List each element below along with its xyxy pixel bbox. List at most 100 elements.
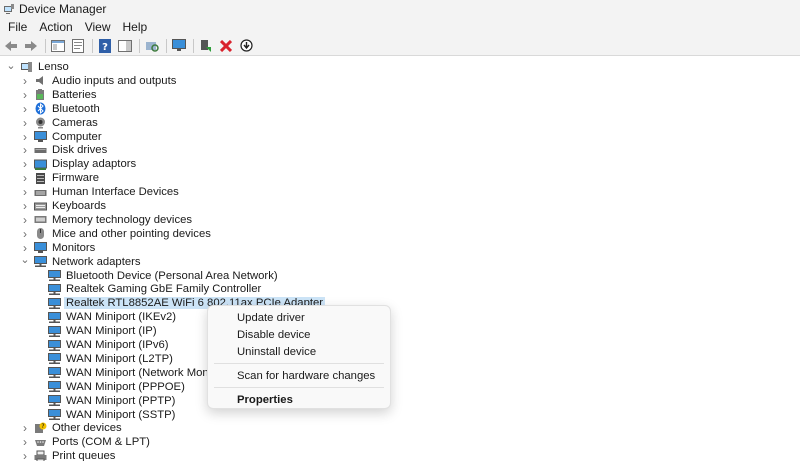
show-hide-console-tree-icon[interactable] <box>50 38 66 54</box>
tree-category-label: Firmware <box>52 172 100 185</box>
help-icon[interactable]: ? <box>97 38 113 54</box>
tree-device[interactable]: WAN Miniport (PPPOE) <box>48 380 187 394</box>
properties-menu-item[interactable]: Properties <box>208 391 390 408</box>
chevron-right-icon[interactable]: › <box>20 102 30 116</box>
tree-category-label: Cameras <box>52 116 98 129</box>
chevron-right-icon[interactable]: › <box>20 157 30 171</box>
tree-device-label: WAN Miniport (IKEv2) <box>66 311 177 324</box>
chevron-right-icon[interactable]: › <box>20 74 30 88</box>
tree-device[interactable]: Realtek Gaming GbE Family Controller <box>48 282 263 296</box>
menu-view[interactable]: View <box>79 20 117 34</box>
tree-category[interactable]: › Batteries <box>20 88 99 102</box>
menu-file[interactable]: File <box>2 20 33 34</box>
tree-device[interactable]: Bluetooth Device (Personal Area Network) <box>48 269 280 283</box>
tree-category-label: Print queues <box>52 450 116 461</box>
tree-category-label: Batteries <box>52 88 97 101</box>
back-icon[interactable] <box>3 38 19 54</box>
tree-device[interactable]: WAN Miniport (IPv6) <box>48 338 171 352</box>
menu-separator <box>214 363 384 364</box>
tree-device-label: WAN Miniport (L2TP) <box>66 352 173 365</box>
tree-device[interactable]: WAN Miniport (IP) <box>48 324 159 338</box>
scan-hardware-icon[interactable] <box>144 38 160 54</box>
tree-category[interactable]: › Mice and other pointing devices <box>20 227 213 241</box>
other-devices-icon: ? <box>34 422 47 435</box>
tree-device-label: Realtek Gaming GbE Family Controller <box>66 283 262 296</box>
menu-help[interactable]: Help <box>117 20 154 34</box>
toolbar-separator <box>166 38 167 53</box>
tree-category[interactable]: › Keyboards <box>20 199 108 213</box>
chevron-right-icon[interactable]: › <box>20 435 30 449</box>
network-icon <box>48 380 61 393</box>
toolbar-separator <box>45 38 46 53</box>
menu-separator <box>214 387 384 388</box>
network-icon <box>48 269 61 282</box>
tree-device[interactable]: WAN Miniport (SSTP) <box>48 408 177 422</box>
toolbar: ? <box>0 36 800 56</box>
tree-category[interactable]: › Human Interface Devices <box>20 185 181 199</box>
tree-category[interactable]: › Firmware <box>20 171 101 185</box>
tree-device-label: WAN Miniport (IPv6) <box>66 339 169 351</box>
disk-icon <box>34 144 47 157</box>
tree-category[interactable]: › Disk drives <box>20 143 109 157</box>
chevron-right-icon[interactable]: › <box>20 171 30 185</box>
tree-device-label: WAN Miniport (SSTP) <box>66 408 176 421</box>
camera-icon <box>34 116 47 129</box>
monitor-icon[interactable] <box>171 38 187 54</box>
tree-device[interactable]: WAN Miniport (L2TP) <box>48 352 175 366</box>
tree-category[interactable]: › Computer <box>20 130 104 144</box>
chevron-right-icon[interactable]: › <box>20 143 30 157</box>
tree-category[interactable]: › Ports (COM & LPT) <box>20 435 152 449</box>
chevron-right-icon[interactable]: › <box>20 449 30 461</box>
tree-category-label: Disk drives <box>52 144 108 157</box>
update-driver-menu-item[interactable]: Update driver <box>208 309 390 326</box>
window-title: Device Manager <box>19 2 107 16</box>
update-driver-icon[interactable] <box>198 38 214 54</box>
tree-category[interactable]: › Display adaptors <box>20 157 138 171</box>
display-adapter-icon <box>34 158 47 171</box>
chevron-right-icon[interactable]: › <box>20 116 30 130</box>
tree-category[interactable]: ›? Other devices <box>20 421 124 435</box>
tree-category[interactable]: › Print queues <box>20 449 117 461</box>
tree-device[interactable]: WAN Miniport (PPTP) <box>48 394 177 408</box>
tree-device-label: Bluetooth Device (Personal Area Network) <box>66 269 278 282</box>
tree-device[interactable]: WAN Miniport (Network Monitor) <box>48 366 230 380</box>
menu-bar: File Action View Help <box>0 18 800 36</box>
svg-text:?: ? <box>41 423 44 430</box>
tree-device[interactable]: WAN Miniport (IKEv2) <box>48 310 178 324</box>
tree-category[interactable]: › Monitors <box>20 241 97 255</box>
tree-category-label: Keyboards <box>52 200 107 212</box>
chevron-down-icon[interactable]: ⌄ <box>20 253 30 267</box>
forward-icon[interactable] <box>23 38 39 54</box>
chevron-right-icon[interactable]: › <box>20 199 30 213</box>
disable-device-menu-item[interactable]: Disable device <box>208 326 390 343</box>
tree-category[interactable]: ⌄ Network adapters <box>20 253 143 269</box>
chevron-right-icon[interactable]: › <box>20 227 30 241</box>
tree-category[interactable]: › Memory technology devices <box>20 213 194 227</box>
properties-icon[interactable] <box>70 38 86 54</box>
network-icon <box>48 352 61 365</box>
tree-category[interactable]: › Bluetooth <box>20 102 102 116</box>
chevron-right-icon[interactable]: › <box>20 130 30 144</box>
tree-category-label: Memory technology devices <box>52 213 193 226</box>
network-icon <box>34 255 47 268</box>
chevron-right-icon[interactable]: › <box>20 421 30 435</box>
tree-device-label: WAN Miniport (IP) <box>66 325 157 338</box>
tree-root-computer[interactable]: ⌄ Lenso <box>6 60 71 74</box>
uninstall-device-menu-item[interactable]: Uninstall device <box>208 343 390 360</box>
network-icon <box>48 366 61 379</box>
disable-icon[interactable] <box>238 38 254 54</box>
hid-icon <box>34 186 47 199</box>
scan-hardware-menu-item[interactable]: Scan for hardware changes <box>208 367 390 384</box>
menu-action[interactable]: Action <box>33 20 78 34</box>
uninstall-icon[interactable] <box>218 38 234 54</box>
tree-category-label: Audio inputs and outputs <box>52 74 177 87</box>
tree-device-label: WAN Miniport (Network Monitor) <box>66 366 229 379</box>
chevron-right-icon[interactable]: › <box>20 88 30 102</box>
action-pane-icon[interactable] <box>117 38 133 54</box>
chevron-down-icon[interactable]: ⌄ <box>6 58 16 72</box>
chevron-right-icon[interactable]: › <box>20 213 30 227</box>
keyboard-icon <box>34 200 47 213</box>
tree-category[interactable]: › Audio inputs and outputs <box>20 74 178 88</box>
tree-category[interactable]: › Cameras <box>20 116 100 130</box>
chevron-right-icon[interactable]: › <box>20 185 30 199</box>
